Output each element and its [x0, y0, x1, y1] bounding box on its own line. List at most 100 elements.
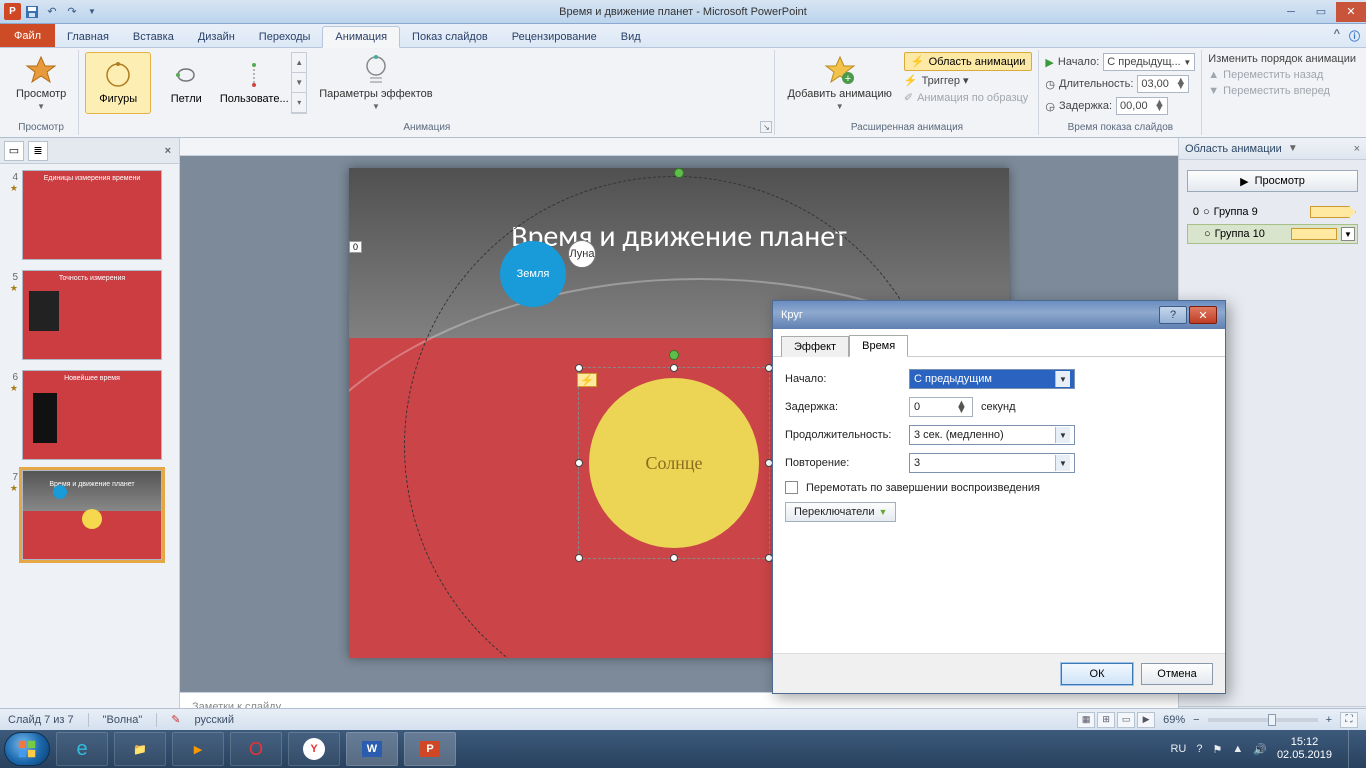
resize-handle[interactable]: [575, 554, 583, 562]
start-combo[interactable]: С предыдущим ▼: [909, 369, 1075, 389]
item-dropdown-icon[interactable]: ▼: [1341, 227, 1355, 241]
rewind-checkbox[interactable]: [785, 481, 798, 494]
zoom-thumb[interactable]: [1268, 714, 1276, 726]
dialog-titlebar[interactable]: Круг ? ✕: [773, 301, 1225, 329]
task-ie[interactable]: e: [56, 732, 108, 766]
resize-handle[interactable]: [670, 554, 678, 562]
gallery-item-custom[interactable]: Пользовате...: [221, 52, 287, 114]
sorter-view-icon[interactable]: ⊞: [1097, 712, 1115, 728]
start-button[interactable]: [4, 732, 50, 766]
dropdown-icon[interactable]: ▼: [1055, 427, 1070, 443]
gallery-item-loops[interactable]: Петли: [153, 52, 219, 114]
restore-button[interactable]: ▭: [1306, 2, 1336, 22]
slides-tab[interactable]: ≣: [28, 141, 48, 161]
animation-tag-sun[interactable]: ⚡: [577, 373, 597, 387]
gallery-up-icon[interactable]: ▲: [292, 53, 306, 73]
tab-view[interactable]: Вид: [609, 27, 653, 47]
tray-help-icon[interactable]: ?: [1196, 743, 1202, 755]
start-combo[interactable]: С предыдущ... ▼: [1103, 53, 1195, 71]
task-media[interactable]: ▶: [172, 732, 224, 766]
animation-item[interactable]: 0 ○ Группа 9: [1187, 202, 1358, 222]
slide-thumbnail[interactable]: Точность измерения: [22, 270, 162, 360]
normal-view-icon[interactable]: ▦: [1077, 712, 1095, 728]
sun-shape[interactable]: Солнце: [589, 378, 759, 548]
help-icon[interactable]: ⓘ: [1349, 28, 1360, 44]
zoom-slider[interactable]: [1208, 718, 1318, 722]
resize-handle[interactable]: [575, 364, 583, 372]
duration-spin[interactable]: 03,00 ▲▼: [1137, 75, 1189, 93]
dropdown-icon[interactable]: ▼: [1055, 455, 1070, 471]
dialog-close-button[interactable]: ✕: [1189, 306, 1217, 324]
task-opera[interactable]: O: [230, 732, 282, 766]
slide-thumbnail[interactable]: Единицы измерения времени: [22, 170, 162, 260]
path-start-handle[interactable]: [674, 168, 684, 178]
group-launcher-icon[interactable]: ↘: [760, 121, 772, 133]
zoom-in-icon[interactable]: +: [1326, 714, 1332, 726]
gallery-down-icon[interactable]: ▼: [292, 73, 306, 93]
zoom-out-icon[interactable]: −: [1193, 714, 1199, 726]
qat-dropdown-icon[interactable]: ▼: [83, 3, 101, 21]
close-pane-icon[interactable]: ×: [1354, 143, 1360, 155]
delay-spinner[interactable]: 0 ▲▼: [909, 397, 973, 417]
animation-item-selected[interactable]: ○ Группа 10 ▼: [1187, 224, 1358, 244]
task-powerpoint[interactable]: P: [404, 732, 456, 766]
spellcheck-icon[interactable]: ✎: [171, 713, 180, 726]
animation-tag[interactable]: 0: [349, 241, 362, 253]
tray-lang[interactable]: RU: [1170, 743, 1186, 755]
tray-network-icon[interactable]: ▲: [1232, 743, 1243, 755]
horizontal-ruler[interactable]: [180, 138, 1178, 156]
app-icon[interactable]: P: [4, 3, 21, 20]
gallery-scroll[interactable]: ▲ ▼ ▾: [291, 52, 307, 114]
pin-icon[interactable]: ▼: [1288, 143, 1298, 154]
dialog-help-button[interactable]: ?: [1159, 306, 1187, 324]
tab-time[interactable]: Время: [849, 335, 908, 357]
outline-tab[interactable]: ▭: [4, 141, 24, 161]
minimize-button[interactable]: ─: [1276, 2, 1306, 22]
reading-view-icon[interactable]: ▭: [1117, 712, 1135, 728]
zoom-level[interactable]: 69%: [1163, 714, 1185, 726]
play-button[interactable]: ▶ Просмотр: [1187, 170, 1358, 192]
redo-icon[interactable]: ↷: [63, 3, 81, 21]
switches-toggle-button[interactable]: Переключатели ▼: [785, 502, 896, 522]
ok-button[interactable]: ОК: [1061, 663, 1133, 685]
slide-thumbnail[interactable]: Новейшее время: [22, 370, 162, 460]
tab-review[interactable]: Рецензирование: [500, 27, 609, 47]
slide-thumbnail-selected[interactable]: Время и движение планет: [22, 470, 162, 560]
tab-design[interactable]: Дизайн: [186, 27, 247, 47]
language-label[interactable]: русский: [195, 714, 234, 726]
tray-flag-icon[interactable]: ⚑: [1212, 743, 1222, 756]
tab-effect[interactable]: Эффект: [781, 336, 849, 357]
preview-button[interactable]: Просмотр ▼: [10, 52, 72, 113]
cancel-button[interactable]: Отмена: [1141, 663, 1213, 685]
tray-clock[interactable]: 15:12 02.05.2019: [1277, 736, 1332, 762]
repeat-combo[interactable]: 3 ▼: [909, 453, 1075, 473]
fit-to-window-icon[interactable]: ⛶: [1340, 712, 1358, 728]
tray-volume-icon[interactable]: 🔊: [1253, 743, 1267, 756]
close-button[interactable]: ✕: [1336, 2, 1366, 22]
effect-options-button[interactable]: Параметры эффектов ▼: [313, 52, 438, 113]
undo-icon[interactable]: ↶: [43, 3, 61, 21]
gallery-item-figures[interactable]: Фигуры: [85, 52, 151, 114]
tab-transitions[interactable]: Переходы: [247, 27, 323, 47]
thumbnails-close-icon[interactable]: ×: [161, 145, 175, 157]
tab-insert[interactable]: Вставка: [121, 27, 186, 47]
task-explorer[interactable]: 📁: [114, 732, 166, 766]
tab-home[interactable]: Главная: [55, 27, 121, 47]
tab-file[interactable]: Файл: [0, 24, 55, 47]
timeline-bar[interactable]: [1310, 206, 1356, 218]
tab-animation[interactable]: Анимация: [322, 26, 400, 48]
delay-spin[interactable]: 00,00 ▲▼: [1116, 97, 1168, 115]
thumbnails-list[interactable]: 4★ Единицы измерения времени 5★ Точность…: [0, 164, 179, 730]
earth-shape[interactable]: Земля: [500, 241, 566, 307]
add-animation-button[interactable]: + Добавить анимацию ▼: [781, 52, 897, 113]
tab-slideshow[interactable]: Показ слайдов: [400, 27, 500, 47]
dropdown-icon[interactable]: ▼: [1055, 371, 1070, 387]
ribbon-minimize-icon[interactable]: ^: [1334, 28, 1340, 40]
task-word[interactable]: W: [346, 732, 398, 766]
trigger-button[interactable]: ⚡ Триггер ▾: [904, 73, 1033, 88]
animation-pane-button[interactable]: ⚡ Область анимации: [904, 52, 1033, 71]
save-icon[interactable]: [23, 3, 41, 21]
gallery-more-icon[interactable]: ▾: [292, 93, 306, 113]
slideshow-view-icon[interactable]: ▶: [1137, 712, 1155, 728]
show-desktop-button[interactable]: [1348, 730, 1358, 768]
